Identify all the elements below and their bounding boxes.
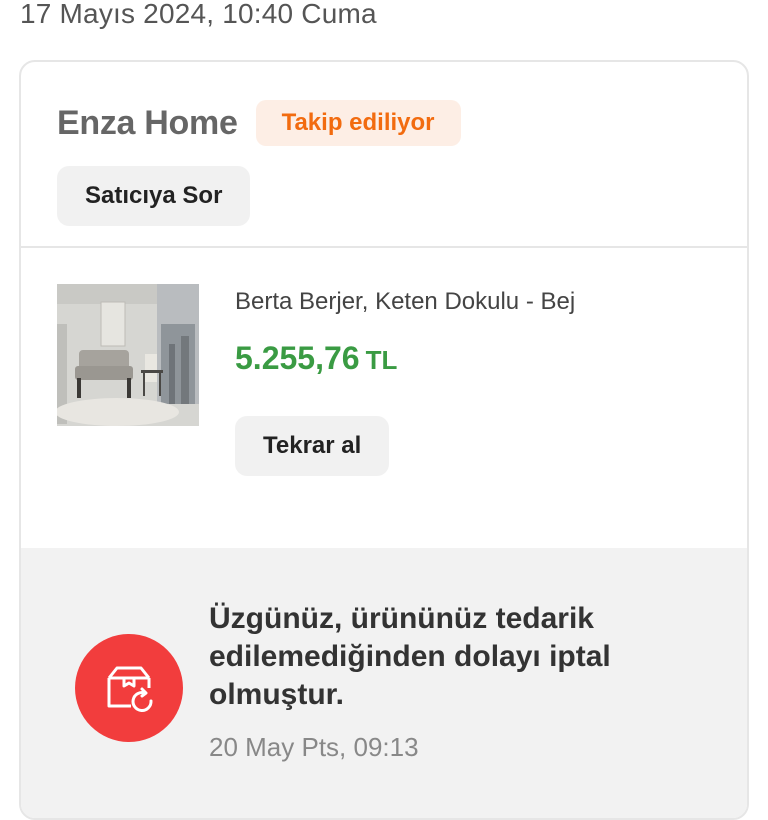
product-image[interactable] — [57, 284, 199, 426]
ask-seller-button[interactable]: Satıcıya Sor — [57, 166, 251, 226]
price-amount: 5.255,76 — [235, 340, 360, 376]
product-title[interactable]: Berta Berjer, Keten Dokulu - Bej — [235, 288, 575, 316]
cancel-status-message: Üzgünüz, ürününüz tedarik edilemediğinde… — [209, 602, 611, 711]
order-card: Enza Home Takip ediliyor Satıcıya Sor Be… — [19, 60, 749, 820]
price-currency: TL — [365, 345, 398, 375]
seller-row: Enza Home Takip ediliyor — [57, 100, 461, 146]
follow-status-badge[interactable]: Takip ediliyor — [255, 100, 461, 146]
armchair-product-photo — [57, 284, 199, 426]
rebuy-button[interactable]: Tekrar al — [235, 416, 390, 476]
cancel-status-panel: Üzgünüz, ürününüz tedarik edilemediğinde… — [21, 548, 747, 818]
divider — [21, 246, 747, 248]
cancel-status-time: 20 May Pts, 09:13 — [209, 732, 419, 762]
seller-name[interactable]: Enza Home — [57, 104, 238, 143]
cancel-status-icon — [75, 634, 183, 742]
box-cancel-icon — [107, 666, 153, 712]
order-date: 17 Mayıs 2024, 10:40 Cuma — [20, 0, 377, 29]
product-price: 5.255,76 TL — [235, 340, 397, 377]
